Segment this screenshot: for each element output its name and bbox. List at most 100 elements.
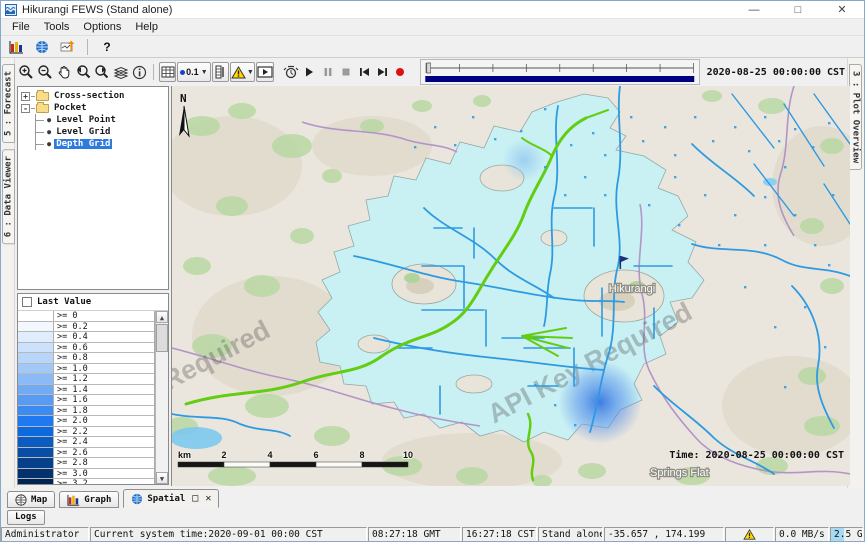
deep-water-patch (558, 360, 642, 444)
legend-swatch (18, 364, 54, 374)
info-button[interactable] (131, 62, 148, 82)
legend-row[interactable]: >= 1.6 (18, 395, 154, 406)
legend-row[interactable]: >= 1.0 (18, 364, 154, 375)
tree-expander[interactable]: - (21, 104, 30, 113)
status-local-time: 16:27:18 CST (462, 527, 537, 542)
maximize-button[interactable]: □ (776, 1, 820, 19)
svg-text:8: 8 (359, 450, 364, 460)
legend-swatch (18, 322, 54, 332)
tree: + Cross-section-Pocket●Level Point●Level … (17, 86, 169, 290)
tab-data-viewer[interactable]: 6 : Data Viewer (2, 149, 15, 244)
shallow-water-patch (502, 138, 546, 182)
legend-row-label: >= 1.6 (54, 395, 91, 405)
warning-levels-dropdown[interactable]: ▼ (230, 62, 255, 82)
layers-button[interactable] (112, 62, 130, 82)
logs-button[interactable]: Logs (7, 510, 45, 525)
tree-item-label: Cross-section (52, 91, 126, 101)
menu-item-file[interactable]: File (5, 20, 37, 34)
tree-expander[interactable]: + (21, 92, 30, 101)
tab-plot-overview[interactable]: 3 : Plot Overview (849, 64, 862, 170)
zoom-next-button[interactable] (93, 62, 111, 82)
tab-maximize-icon[interactable]: □ (192, 493, 198, 504)
legend-row[interactable]: >= 1.4 (18, 385, 154, 396)
grid-display-button[interactable] (159, 62, 176, 82)
legend-row-label: >= 2.2 (54, 427, 91, 437)
tab-forecast[interactable]: 5 : Forecast (2, 64, 15, 143)
animation-settings-button[interactable] (282, 62, 300, 82)
tab-map[interactable]: Map (7, 491, 55, 508)
tree-item[interactable]: ●Depth Grid (19, 138, 167, 150)
legend-row-label: >= 1.4 (54, 385, 91, 395)
close-button[interactable]: ✕ (820, 1, 864, 19)
svg-text:N: N (180, 92, 187, 105)
tree-item[interactable]: + Cross-section (19, 90, 167, 102)
legend-row[interactable]: >= 0.8 (18, 353, 154, 364)
zoom-in-button[interactable] (17, 62, 35, 82)
spatial-display-button[interactable] (31, 37, 53, 57)
zoom-previous-button[interactable] (74, 62, 92, 82)
grid-opacity-dropdown[interactable]: 0.1 ▼ (177, 62, 210, 82)
legend-row[interactable]: >= 3.0 (18, 469, 154, 480)
time-slider-thumb[interactable] (427, 63, 431, 73)
status-coordinates: -35.657 , 174.199 (604, 527, 724, 542)
chevron-down-icon: ▼ (247, 69, 254, 76)
time-slider[interactable] (420, 59, 700, 85)
status-warning-cell[interactable] (725, 527, 774, 542)
map-canvas[interactable]: API Key Required API Key Required (171, 86, 849, 486)
scroll-down-icon[interactable]: ▼ (156, 472, 168, 484)
data-display-button[interactable] (5, 37, 27, 57)
legend-row[interactable]: >= 2.2 (18, 427, 154, 438)
legend-scrollbar[interactable]: ▲ ▼ (155, 311, 168, 484)
tab-graph-label: Graph (84, 495, 111, 505)
legend-rows: >= 0>= 0.2>= 0.4>= 0.6>= 0.8>= 1.0>= 1.2… (18, 311, 155, 484)
globe-icon (15, 494, 27, 506)
play-button[interactable] (301, 62, 318, 82)
status-bar: Administrator Current system time:2020-0… (1, 526, 864, 542)
scrollbar-thumb[interactable] (156, 324, 168, 352)
menu-item-tools[interactable]: Tools (37, 20, 77, 34)
help-button[interactable]: ? (96, 37, 118, 57)
step-forward-button[interactable] (374, 62, 391, 82)
tree-connector (35, 114, 45, 126)
tab-spatial[interactable]: Spatial □ ✕ (123, 489, 219, 508)
tree-item-label: Level Grid (54, 127, 112, 137)
opacity-dot-icon (180, 70, 185, 75)
legend-row[interactable]: >= 1.2 (18, 374, 154, 385)
legend-row[interactable]: >= 0.4 (18, 332, 154, 343)
menu-item-options[interactable]: Options (76, 20, 128, 34)
pan-button[interactable] (55, 62, 73, 82)
tab-close-icon[interactable]: ✕ (205, 493, 211, 504)
globe-icon (131, 493, 143, 505)
legend-row-label: >= 2.8 (54, 458, 91, 468)
timeseries-dialog-button[interactable] (57, 37, 79, 57)
legend-row[interactable]: >= 3.2 (18, 479, 154, 485)
record-button[interactable] (392, 62, 409, 82)
legend-row[interactable]: >= 2.6 (18, 448, 154, 459)
last-value-checkbox[interactable] (22, 297, 32, 307)
legend-row[interactable]: >= 2.4 (18, 437, 154, 448)
legend-row[interactable]: >= 2.0 (18, 416, 154, 427)
tree-item[interactable]: ●Level Point (19, 114, 167, 126)
step-back-button[interactable] (355, 62, 372, 82)
zoom-out-button[interactable] (36, 62, 54, 82)
scroll-up-icon[interactable]: ▲ (156, 311, 168, 323)
legend-row[interactable]: >= 0.6 (18, 343, 154, 354)
tree-item[interactable]: -Pocket (19, 102, 167, 114)
bullet-icon: ● (47, 116, 51, 124)
legend-row[interactable]: >= 2.8 (18, 458, 154, 469)
tree-item[interactable]: ●Level Grid (19, 126, 167, 138)
classification-button[interactable] (212, 62, 229, 82)
legend-row[interactable]: >= 0.2 (18, 322, 154, 333)
minimize-button[interactable]: — (732, 1, 776, 19)
tab-graph[interactable]: Graph (59, 491, 119, 508)
legend-row-label: >= 2.0 (54, 416, 91, 426)
legend-row[interactable]: >= 1.8 (18, 406, 154, 417)
legend-row-label: >= 3.2 (54, 479, 91, 485)
menu-item-help[interactable]: Help (128, 20, 165, 34)
pause-button[interactable] (319, 62, 336, 82)
legend-row[interactable]: >= 0 (18, 311, 154, 322)
legend-row-label: >= 0 (54, 311, 80, 321)
stop-button[interactable] (337, 62, 354, 82)
animation-window-button[interactable] (256, 62, 274, 82)
time-span-bar (425, 76, 694, 82)
